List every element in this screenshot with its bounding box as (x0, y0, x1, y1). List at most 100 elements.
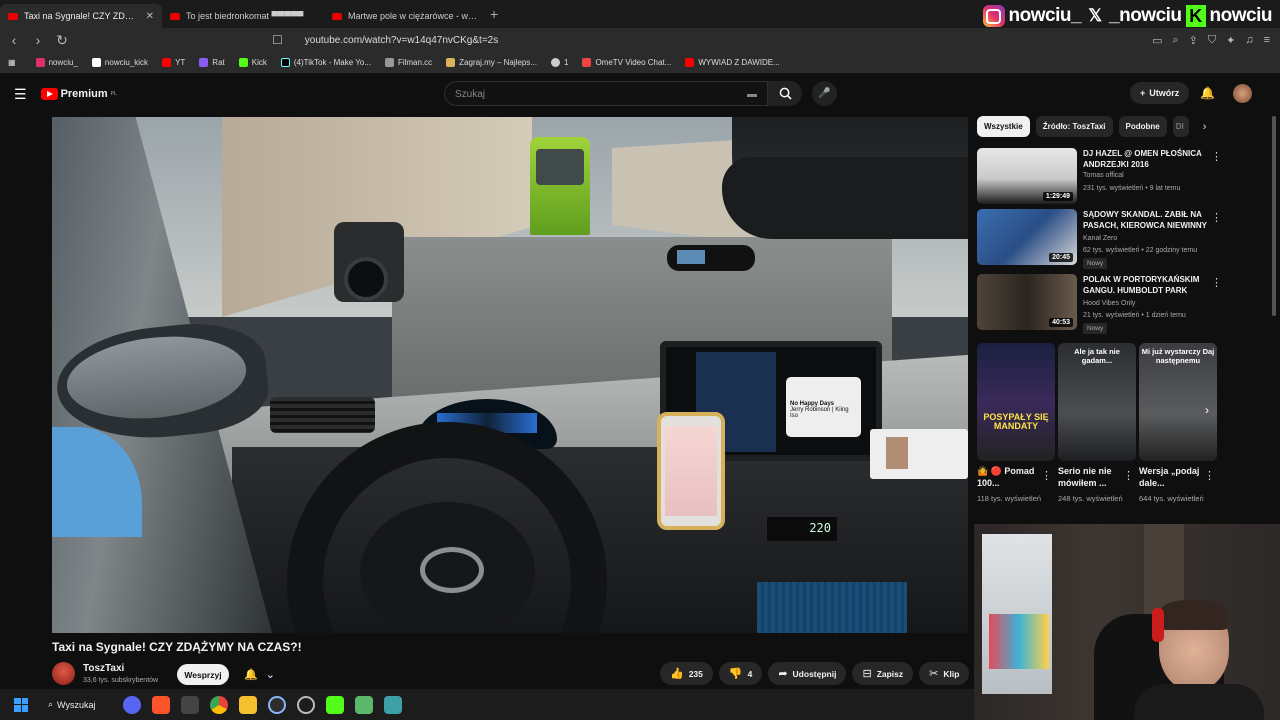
back-icon[interactable]: ‹ (4, 32, 24, 48)
bookmark-item[interactable]: (4)TikTok - Make Yo... (280, 58, 371, 67)
more-vertical-icon[interactable]: ⋮ (1211, 276, 1222, 289)
tab-3[interactable]: Martwe pole w ciężarówce - w pr (324, 4, 486, 28)
bookmark-item[interactable]: nowciu_kick (91, 58, 148, 67)
chip-more[interactable]: Dl (1172, 116, 1189, 137)
clip-button[interactable]: ✂ Klip (919, 662, 970, 685)
app-icon[interactable] (181, 695, 199, 714)
chip-source[interactable]: Źródło: ToszTaxi (1035, 116, 1113, 137)
bookmark-item[interactable]: Kick (238, 58, 267, 67)
shield-icon[interactable]: ⛉ (1208, 34, 1216, 47)
hamburger-menu-icon[interactable]: ☰ (14, 86, 27, 103)
stream-social-overlay: nowciu_ 𝕏 _nowciu K nowciu (982, 5, 1273, 27)
x-logo-icon: 𝕏 (1088, 6, 1102, 25)
forward-icon[interactable]: › (28, 32, 48, 48)
kick-app-icon[interactable] (326, 695, 344, 714)
obs-icon[interactable] (297, 695, 315, 714)
account-avatar[interactable] (1233, 84, 1252, 103)
short-views: 118 tys. wyświetleń (977, 494, 1042, 503)
bookmark-item[interactable]: WYWIAD Z DAWIDE... (685, 58, 780, 67)
channel-name[interactable]: ToszTaxi (83, 663, 124, 674)
action-camera (334, 222, 404, 302)
recommendation-item[interactable]: 1:29:49 DJ HAZEL @ OMEN PŁOŚNICA ANDRZEJ… (977, 148, 1267, 206)
app-icon[interactable] (355, 695, 373, 714)
chip-similar[interactable]: Podobne (1118, 116, 1167, 137)
menu-icon[interactable]: ≡ (1264, 34, 1270, 47)
search-button[interactable] (768, 81, 802, 106)
bookmark-icon: ⊟ (862, 668, 872, 680)
recommendation-item[interactable]: 20:45 SĄDOWY SKANDAL. ZABIŁ NA PASACH, K… (977, 209, 1267, 269)
share-button[interactable]: ➦ Udostępnij (768, 662, 847, 685)
discord-icon[interactable] (123, 695, 141, 714)
new-tab-icon[interactable]: + (490, 6, 498, 22)
short-thumbnail[interactable]: POSYPAŁY SIĘ MANDATY (977, 343, 1055, 461)
video-thumbnail: 40:53 (977, 274, 1077, 330)
kick-logo-icon: K (1185, 5, 1206, 27)
keyboard-icon[interactable]: ▬ (747, 89, 757, 100)
short-views: 248 tys. wyświetleń (1058, 494, 1123, 503)
climate-display: 220 (767, 517, 837, 541)
save-button[interactable]: ⊟ Zapisz (852, 662, 914, 685)
notifications-bell-icon[interactable]: 🔔 (1200, 86, 1215, 100)
music-icon[interactable]: ♫ (1245, 34, 1253, 47)
apps-grid-icon[interactable]: ▦ (8, 58, 16, 67)
bookmark-item[interactable]: Zagraj.my – Najleps... (446, 58, 537, 67)
scissors-icon: ✂ (929, 668, 939, 680)
short-title[interactable]: 🤷 🔴 Pomad 100... (977, 465, 1047, 489)
close-tab-icon[interactable]: ✕ (146, 11, 154, 22)
recommendation-title: POLAK W PORTORYKAŃSKIM GANGU. HUMBOLDT P… (1083, 275, 1200, 295)
short-thumbnail[interactable]: Mi już wystarczy Daj następnemu (1139, 343, 1217, 461)
instagram-icon (982, 5, 1005, 27)
recommendation-item[interactable]: 40:53 POLAK W PORTORYKAŃSKIM GANGU. HUMB… (977, 274, 1267, 334)
subscription-bell-button[interactable]: 🔔 ⌄ (238, 663, 281, 685)
youtube-logo[interactable]: Premium PL (40, 88, 117, 100)
recommendation-channel: Kanał Zero (1083, 235, 1118, 242)
chip-all[interactable]: Wszystkie (977, 116, 1030, 137)
chrome-icon[interactable] (210, 695, 228, 714)
app-icon[interactable] (268, 695, 286, 714)
channel-avatar[interactable] (52, 662, 75, 685)
windows-taskbar: ⌕ Wyszukaj (0, 689, 974, 720)
share-icon[interactable]: ⇪ (1189, 34, 1198, 47)
more-vertical-icon[interactable]: ⋮ (1204, 469, 1215, 482)
bookmark-item[interactable]: nowciu_ (35, 58, 78, 67)
url-field[interactable]: youtube.com/watch?v=w14q47nvCKg&t=2s (305, 35, 498, 46)
zoom-icon[interactable]: ⌕ (1172, 34, 1178, 47)
more-vertical-icon[interactable]: ⋮ (1041, 469, 1052, 482)
voice-search-button[interactable]: 🎤 (812, 81, 837, 106)
tab-active[interactable]: Taxi na Sygnale! CZY ZDĄŻYM ✕ (0, 4, 162, 28)
thumbs-down-icon: 👎 (728, 668, 743, 680)
reload-icon[interactable]: ↻ (52, 32, 72, 49)
more-vertical-icon[interactable]: ⋮ (1211, 211, 1222, 224)
bookmark-icon[interactable]: ☐ (272, 33, 283, 47)
extensions-icon[interactable]: ✦ (1226, 34, 1235, 47)
bookmark-item[interactable]: Rat (199, 58, 225, 67)
video-player[interactable]: No Happy Days Jerry Robinson | Kiing Iso… (52, 117, 968, 633)
youtube-favicon-icon (8, 12, 18, 20)
bookmark-item[interactable]: OmeTV Video Chat... (582, 58, 671, 67)
share-arrow-icon: ➦ (778, 668, 788, 680)
microphone-icon: 🎤 (818, 88, 831, 99)
short-title[interactable]: Serio nie nie mówiłem ... (1058, 465, 1128, 489)
bookmark-item[interactable]: Filman.cc (384, 58, 432, 67)
cast-icon[interactable]: ▭ (1152, 34, 1162, 47)
chevron-right-icon[interactable]: › (1203, 121, 1207, 133)
app-icon[interactable] (384, 695, 402, 714)
new-badge: Nowy (1083, 323, 1108, 334)
create-button[interactable]: + Utwórz (1130, 82, 1190, 104)
like-button[interactable]: 👍 235 (660, 662, 713, 685)
sidebar-scrollbar[interactable] (1272, 116, 1276, 316)
search-input[interactable]: Szukaj ▬ (444, 81, 768, 106)
brave-browser-icon[interactable] (152, 695, 170, 714)
dislike-button[interactable]: 👎 4 (718, 662, 763, 685)
windows-start-icon[interactable] (14, 697, 28, 712)
bookmark-item[interactable]: YT (162, 58, 185, 67)
bookmark-item[interactable]: 1 (550, 58, 568, 67)
more-vertical-icon[interactable]: ⋮ (1123, 469, 1134, 482)
file-explorer-icon[interactable] (239, 695, 257, 714)
short-title[interactable]: Wersja „podaj dale... (1139, 465, 1209, 489)
support-button[interactable]: Wesprzyj (177, 664, 229, 685)
more-vertical-icon[interactable]: ⋮ (1211, 150, 1222, 163)
short-thumbnail[interactable]: Ale ja tak nie gadam... (1058, 343, 1136, 461)
tab-2[interactable]: To jest biedronkomat ▀▀▀▀▀ (162, 4, 324, 28)
taskbar-search[interactable]: ⌕ Wyszukaj (48, 699, 112, 710)
